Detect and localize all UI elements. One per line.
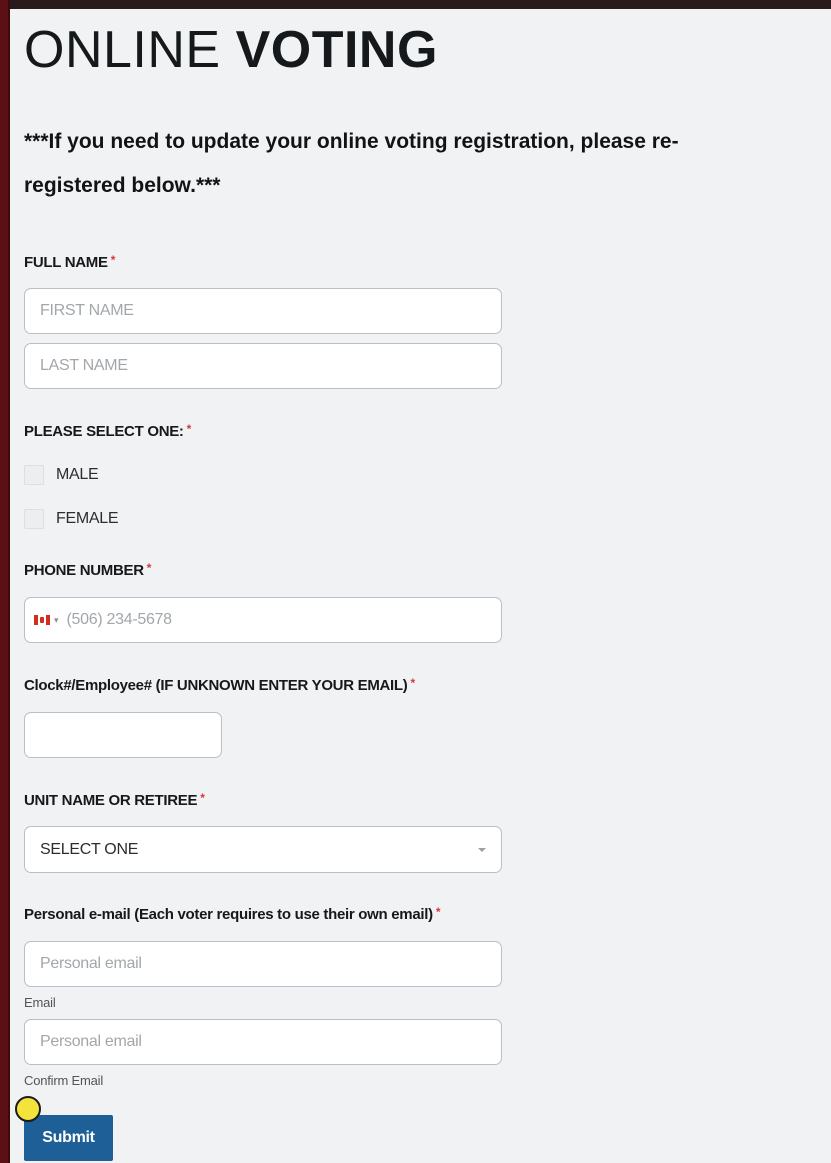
update-notice: ***If you need to update your online vot… [24,130,679,197]
country-dropdown-caret-icon[interactable]: ▾ [54,615,59,626]
window-left-border [0,0,10,1163]
gender-label-text: PLEASE SELECT ONE: [24,423,184,440]
gender-label: PLEASE SELECT ONE: * [24,422,191,440]
required-marker: * [435,905,441,919]
title-bold: VOTING [235,21,438,79]
gender-option-female[interactable]: FEMALE [24,508,119,530]
unit-select-value: SELECT ONE [40,840,139,858]
last-name-input[interactable] [24,343,502,389]
phone-input[interactable] [66,598,501,642]
submit-button[interactable]: Submit [24,1115,113,1161]
required-marker: * [110,253,116,267]
email-label: Personal e-mail (Each voter requires to … [24,905,441,923]
female-option-label: FEMALE [56,510,119,527]
chevron-down-icon [478,847,486,852]
full-name-label-text: FULL NAME [24,254,108,271]
clock-employee-label: Clock#/Employee# (IF UNKNOWN ENTER YOUR … [24,676,415,694]
canada-flag-icon[interactable] [34,615,50,625]
email-input[interactable] [24,941,502,987]
email-sublabel: Email [24,995,56,1010]
full-name-label: FULL NAME * [24,253,115,271]
page-title: ONLINE VOTING [24,22,438,78]
required-marker: * [186,422,192,436]
unit-select[interactable]: SELECT ONE [24,826,502,873]
cursor-highlight-icon [15,1096,41,1122]
clock-employee-input[interactable] [24,712,222,758]
phone-field: ▾ [24,597,502,643]
phone-label-text: PHONE NUMBER [24,562,144,579]
unit-label: UNIT NAME OR RETIREE * [24,791,205,809]
male-checkbox[interactable] [24,465,44,485]
required-marker: * [146,561,152,575]
email-label-text: Personal e-mail (Each voter requires to … [24,906,433,923]
clock-employee-label-text: Clock#/Employee# (IF UNKNOWN ENTER YOUR … [24,677,408,694]
phone-label: PHONE NUMBER * [24,561,151,579]
confirm-email-input[interactable] [24,1019,502,1065]
unit-label-text: UNIT NAME OR RETIREE [24,792,198,809]
title-light: ONLINE [24,21,221,79]
required-marker: * [410,676,415,690]
gender-option-male[interactable]: MALE [24,464,99,486]
female-checkbox[interactable] [24,509,44,529]
male-option-label: MALE [56,466,99,483]
confirm-email-sublabel: Confirm Email [24,1073,104,1088]
first-name-input[interactable] [24,288,502,334]
window-top-bar [0,0,831,9]
required-marker: * [200,791,205,805]
